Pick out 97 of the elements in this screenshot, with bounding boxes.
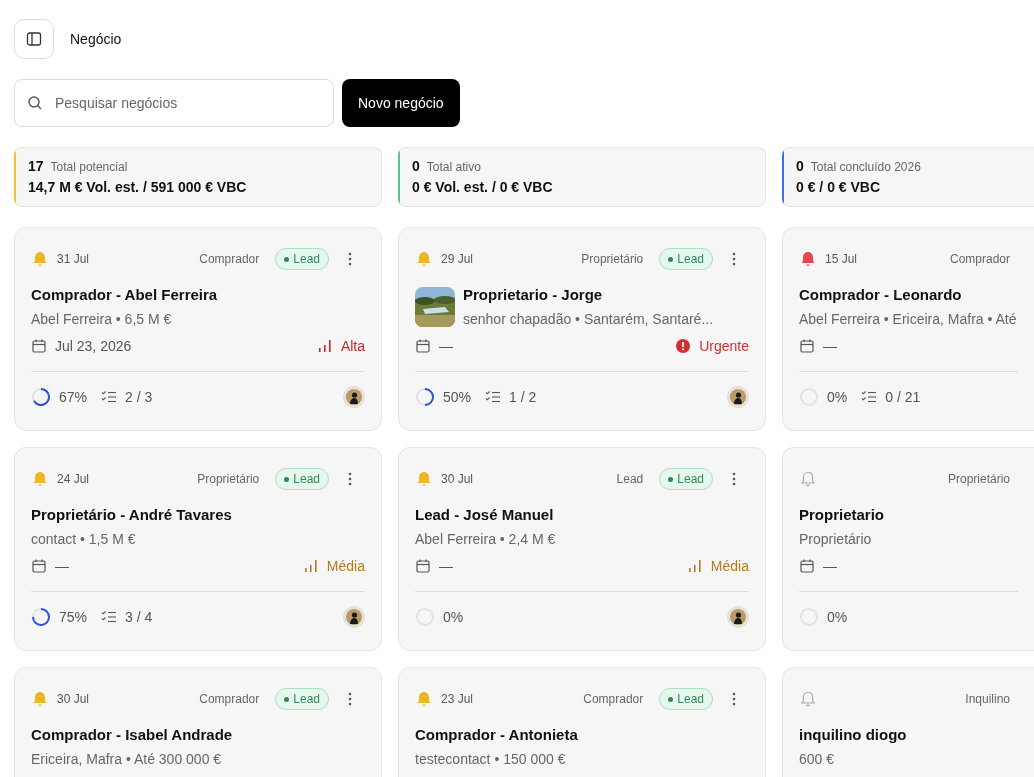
progress-percent: 50% <box>443 389 472 405</box>
deal-subtitle: testecontact • 150 000 € <box>415 751 567 767</box>
deal-title: Comprador - Antonieta <box>415 726 578 743</box>
status-badge: Lead <box>275 688 329 710</box>
deal-subtitle: Abel Ferreira • Ericeira, Mafra • Até <box>799 311 1017 327</box>
deal-title: Comprador - Leonardo <box>799 286 963 303</box>
task-count: 1 / 2 <box>509 389 537 405</box>
sidebar-icon <box>26 31 42 47</box>
due-date: — <box>823 338 837 354</box>
progress-percent: 0% <box>443 609 464 625</box>
deal-title: inquilino diogo <box>799 726 907 743</box>
search-icon <box>27 95 43 111</box>
progress-ring <box>31 387 51 407</box>
deal-title: Proprietario - Jorge <box>463 286 604 303</box>
status-badge: Lead <box>659 688 713 710</box>
summary-value: 14,7 M € Vol. est. / 591 000 € VBC <box>28 179 247 195</box>
page-title: Negócio <box>70 31 122 47</box>
deal-type: Proprietário <box>947 472 1010 486</box>
deal-title: Lead - José Manuel <box>415 506 555 523</box>
summary-label: Total ativo <box>426 160 481 174</box>
checklist-icon <box>101 390 118 404</box>
status-badge: Lead <box>659 468 713 490</box>
calendar-icon <box>799 558 815 574</box>
reminder-date: 23 Jul <box>441 692 474 706</box>
calendar-icon <box>415 558 431 574</box>
deal-subtitle: contact • 1,5 M € <box>31 531 137 547</box>
summary-label: Total potencial <box>50 160 128 174</box>
summary-value: 0 € Vol. est. / 0 € VBC <box>412 179 553 195</box>
summary-label: Total concluído 2026 <box>810 160 921 174</box>
deal-type: Proprietário <box>581 252 644 266</box>
deal-type: Comprador <box>583 692 644 706</box>
deal-subtitle: Ericeira, Mafra • Até 300 000 € <box>31 751 223 767</box>
priority-label: Média <box>326 558 365 574</box>
search-field[interactable]: Pesquisar negócios <box>14 79 334 127</box>
deal-subtitle: 600 € <box>799 751 836 767</box>
deal-card[interactable]: 31 Jul Comprador Lead Comprador - Abel Ferreira Abel Ferreira • 6,5 M € Jul 23, 2026 Alta 67% 2 / 3 <box>14 227 382 431</box>
progress-percent: 0% <box>827 609 848 625</box>
reminder-date: 30 Jul <box>441 472 474 486</box>
due-date: — <box>55 558 69 574</box>
status-badge: Lead <box>659 248 713 270</box>
deal-card[interactable]: 23 Jul Comprador Lead Comprador - Antonieta testecontact • 150 000 € <box>398 667 766 777</box>
reminder-date: 29 Jul <box>441 252 474 266</box>
deal-card[interactable]: 29 Jul Proprietário Lead Proprietario - Jorge senhor chapadão • Santarém, Santaré... — Urgente 50% 1 / 2 <box>398 227 766 431</box>
calendar-icon <box>415 338 431 354</box>
deal-card[interactable]: 15 Jul Comprador Comprador - Leonardo Abel Ferreira • Ericeira, Mafra • Até — 0% 0 / 21 <box>782 227 1034 431</box>
calendar-icon <box>31 558 47 574</box>
task-count: 0 / 21 <box>885 389 921 405</box>
deal-title: Proprietário - André Tavares <box>31 506 232 523</box>
priority-label: Média <box>710 558 749 574</box>
calendar-icon <box>31 338 47 354</box>
status-badge: Lead <box>275 248 329 270</box>
deal-subtitle: Abel Ferreira • 2,4 M € <box>415 531 556 547</box>
deal-type: Proprietário <box>197 472 260 486</box>
reminder-date: 15 Jul <box>825 252 858 266</box>
progress-percent: 67% <box>59 389 88 405</box>
deal-subtitle: Proprietário <box>799 531 873 547</box>
deal-type: Lead <box>616 472 644 486</box>
due-date: — <box>439 338 453 354</box>
deal-card[interactable]: Proprietário Proprietario Proprietário — 0% <box>782 447 1034 651</box>
deal-card[interactable]: 24 Jul Proprietário Lead Proprietário - André Tavares contact • 1,5 M € — Média 75% 3 / 4 <box>14 447 382 651</box>
summary-value: 0 € / 0 € VBC <box>796 179 882 195</box>
progress-percent: 0% <box>827 389 848 405</box>
deal-title: Proprietario <box>799 506 885 523</box>
deal-card[interactable]: 30 Jul Lead Lead Lead - José Manuel Abel Ferreira • 2,4 M € — Média 0% <box>398 447 766 651</box>
deal-type: Comprador <box>949 252 1010 266</box>
priority-label: Urgente <box>699 338 749 354</box>
due-date: Jul 23, 2026 <box>55 338 132 354</box>
reminder-date: 30 Jul <box>57 692 90 706</box>
task-count: 2 / 3 <box>125 389 153 405</box>
sidebar-toggle-button[interactable] <box>14 19 54 59</box>
progress-percent: 75% <box>59 609 88 625</box>
reminder-date: 24 Jul <box>57 472 90 486</box>
calendar-icon <box>799 338 815 354</box>
deal-type: Comprador <box>199 252 260 266</box>
deal-subtitle: Abel Ferreira • 6,5 M € <box>31 311 173 327</box>
checklist-icon <box>485 390 502 404</box>
status-badge: Lead <box>275 468 329 490</box>
due-date: — <box>439 558 453 574</box>
deal-card[interactable]: 30 Jul Comprador Lead Comprador - Isabel Andrade Ericeira, Mafra • Até 300 000 € <box>14 667 382 777</box>
due-date: — <box>823 558 837 574</box>
deal-type: Comprador <box>199 692 260 706</box>
checklist-icon <box>101 610 118 624</box>
summary-count: 0 <box>412 158 420 174</box>
deal-type: Inquilino <box>965 692 1010 706</box>
reminder-date: 31 Jul <box>57 252 90 266</box>
progress-ring <box>415 387 435 407</box>
deal-subtitle: senhor chapadão • Santarém, Santaré... <box>463 311 714 327</box>
task-count: 3 / 4 <box>125 609 153 625</box>
progress-ring <box>31 607 51 627</box>
deal-title: Comprador - Abel Ferreira <box>31 286 218 303</box>
summary-count: 17 <box>28 158 44 174</box>
summary-count: 0 <box>796 158 804 174</box>
checklist-icon <box>861 390 878 404</box>
priority-label: Alta <box>340 338 365 354</box>
deal-card[interactable]: Inquilino inquilino diogo 600 € <box>782 667 1034 777</box>
deal-title: Comprador - Isabel Andrade <box>31 726 233 743</box>
new-deal-button[interactable]: Novo negócio <box>342 79 460 127</box>
